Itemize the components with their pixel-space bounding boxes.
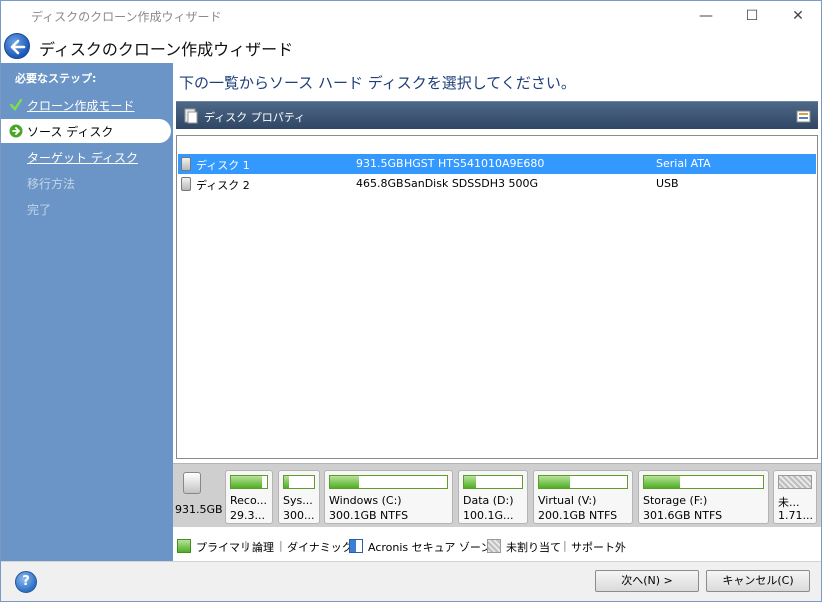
title-bar: ディスクのクローン作成ウィザード — ☐ ✕ (1, 1, 821, 31)
partition-usage-bar (778, 475, 812, 489)
partition-block[interactable]: Storage (F:) 301.6GB NTFS (638, 470, 769, 524)
checkmark-icon (9, 98, 23, 111)
steps-sidebar: 必要なステップ: クローン作成モード ソース ディスク ターゲット ディスク 移… (1, 63, 173, 561)
legend-separator: | (279, 539, 283, 552)
step-label: 移行方法 (27, 177, 76, 191)
disk-model: HGST HTS541010A9E680 (404, 157, 545, 170)
disk-row[interactable]: ディスク 1 931.5GB HGST HTS541010A9E680 Seri… (178, 154, 816, 174)
partition-layout-bar: 931.5GB Reco... 29.3... Sys... 300... Wi… (173, 463, 821, 527)
partition-block[interactable]: Data (D:) 100.1G... (458, 470, 528, 524)
step-migration-method: 移行方法 (1, 171, 173, 195)
wizard-footer: ? 次へ(N) > キャンセル(C) (1, 561, 821, 601)
partition-block[interactable]: Reco... 29.3... (225, 470, 273, 524)
disk-summary: 931.5GB (175, 468, 223, 524)
back-arrow-icon (10, 39, 26, 55)
partition-usage-fill (330, 476, 360, 488)
disk-properties-icon (184, 108, 198, 124)
partition-usage-bar (230, 475, 268, 489)
partition-block[interactable]: Windows (C:) 300.1GB NTFS (324, 470, 453, 524)
cancel-button[interactable]: キャンセル(C) (706, 570, 810, 592)
partition-usage-bar (329, 475, 448, 489)
partition-usage-fill (644, 476, 680, 488)
hard-disk-icon (183, 472, 201, 494)
unallocated-swatch-icon (487, 539, 501, 553)
help-button[interactable]: ? (15, 571, 37, 593)
disk-properties-label: ディスク プロパティ (204, 111, 306, 124)
partition-usage-bar (283, 475, 315, 489)
partition-name: Virtual (V:) (538, 494, 597, 507)
wizard-header: ディスクのクローン作成ウィザード (1, 31, 821, 63)
minimize-button[interactable]: — (683, 1, 729, 31)
step-finish: 完了 (1, 197, 173, 221)
next-button[interactable]: 次へ(N) > (595, 570, 699, 592)
partition-name: Sys... (283, 494, 313, 507)
legend-unallocated: 未割り当て (506, 541, 561, 554)
partition-usage-bar (463, 475, 523, 489)
partition-usage-bar (643, 475, 764, 489)
primary-swatch-icon (177, 539, 191, 553)
partition-usage-fill (464, 476, 476, 488)
step-target-disk[interactable]: ターゲット ディスク (1, 145, 173, 169)
disk-interface: Serial ATA (656, 157, 711, 170)
partition-name: Data (D:) (463, 494, 514, 507)
instruction-text: 下の一覧からソース ハード ディスクを選択してください。 (179, 74, 576, 92)
partition-usage-bar (538, 475, 628, 489)
current-step-arrow-icon (9, 124, 23, 138)
wizard-heading: ディスクのクローン作成ウィザード (39, 40, 294, 59)
legend-unsupported: サポート外 (571, 541, 626, 554)
main-panel: 下の一覧からソース ハード ディスクを選択してください。 ディスク プロパティ … (173, 63, 821, 561)
partition-block[interactable]: Sys... 300... (278, 470, 320, 524)
partition-size: 301.6GB NTFS (643, 509, 723, 522)
partition-size: 29.3... (230, 509, 265, 522)
disk-list: ディスク 1 931.5GB HGST HTS541010A9E680 Seri… (176, 135, 818, 459)
partition-size: 1.71... (778, 509, 813, 522)
step-label: クローン作成モード (27, 99, 135, 113)
partition-usage-fill (284, 476, 289, 488)
disk-total-capacity: 931.5GB (175, 503, 223, 516)
legend-primary: プライマリ (196, 541, 251, 554)
partition-name: Reco... (230, 494, 267, 507)
legend-dynamic: ダイナミック (287, 541, 353, 554)
steps-label: 必要なステップ: (15, 72, 97, 85)
disk-interface: USB (656, 177, 679, 190)
disk-properties-toolbar[interactable]: ディスク プロパティ (176, 101, 818, 129)
partition-usage-fill (539, 476, 570, 488)
partition-size: 100.1G... (463, 509, 514, 522)
partition-size: 200.1GB NTFS (538, 509, 618, 522)
legend-acronis-zone: Acronis セキュア ゾーン (368, 541, 492, 554)
partition-block[interactable]: 未... 1.71... (773, 470, 817, 524)
legend-separator: | (563, 539, 567, 552)
partition-size: 300... (283, 509, 315, 522)
disk-capacity: 465.8GB (356, 177, 404, 190)
partition-name: 未... (778, 496, 800, 509)
back-button[interactable] (4, 33, 30, 59)
disk-name: ディスク 2 (196, 179, 250, 192)
partition-size: 300.1GB NTFS (329, 509, 409, 522)
disk-name: ディスク 1 (196, 159, 250, 172)
disk-capacity: 931.5GB (356, 157, 404, 170)
legend-separator: | (244, 539, 248, 552)
step-label: ソース ディスク (27, 125, 114, 139)
disk-row[interactable]: ディスク 2 465.8GB SanDisk SDSSDH3 500G USB (178, 174, 816, 194)
acronis-zone-swatch-icon (349, 539, 363, 553)
maximize-button[interactable]: ☐ (729, 1, 775, 31)
disk-model: SanDisk SDSSDH3 500G (404, 177, 538, 190)
step-label: 完了 (27, 203, 52, 217)
partition-usage-fill (231, 476, 262, 488)
partition-name: Storage (F:) (643, 494, 708, 507)
step-clone-mode[interactable]: クローン作成モード (1, 93, 173, 117)
close-button[interactable]: ✕ (775, 1, 821, 31)
hard-disk-icon (181, 177, 191, 191)
legend-logical: 論理 (252, 541, 274, 554)
window-title: ディスクのクローン作成ウィザード (31, 10, 222, 24)
wizard-window: ディスクのクローン作成ウィザード — ☐ ✕ ディスクのクローン作成ウィザード … (0, 0, 822, 602)
hard-disk-icon (181, 157, 191, 171)
partition-block[interactable]: Virtual (V:) 200.1GB NTFS (533, 470, 633, 524)
partition-name: Windows (C:) (329, 494, 402, 507)
step-label: ターゲット ディスク (27, 151, 138, 165)
column-chooser-icon[interactable] (796, 108, 812, 124)
step-source-disk[interactable]: ソース ディスク (1, 119, 171, 143)
